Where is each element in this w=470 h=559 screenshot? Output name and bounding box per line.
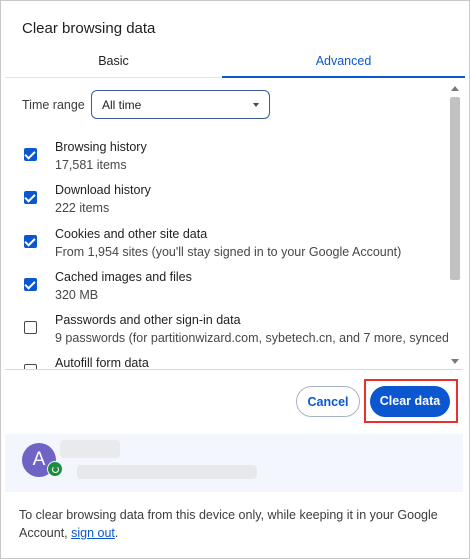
- option-label: Browsing history: [55, 140, 147, 154]
- checkbox-browsing-history[interactable]: [24, 147, 37, 161]
- checkbox-cookies[interactable]: [24, 234, 37, 248]
- footer-divider: [5, 369, 463, 370]
- active-tab-indicator: [222, 76, 465, 78]
- option-description: 222 items: [55, 201, 110, 215]
- time-range-select[interactable]: All time: [91, 90, 270, 119]
- vertical-scrollbar[interactable]: [448, 79, 462, 369]
- option-label: Cached images and files: [55, 270, 192, 284]
- dialog-title: Clear browsing data: [22, 20, 156, 37]
- option-browsing-history[interactable]: Browsing history 17,581 items: [5, 140, 445, 180]
- option-autofill[interactable]: Autofill form data: [5, 356, 445, 369]
- option-cached-images[interactable]: Cached images and files 320 MB: [5, 270, 445, 310]
- sign-out-note-end: .: [114, 526, 119, 540]
- option-label: Cookies and other site data: [55, 227, 208, 241]
- checkbox-passwords[interactable]: [24, 321, 37, 334]
- options-list: Time range All time Browsing history 17,…: [5, 79, 448, 369]
- checkmark-icon: [24, 277, 36, 290]
- tab-advanced[interactable]: Advanced: [222, 45, 465, 76]
- option-passwords[interactable]: Passwords and other sign-in data 9 passw…: [5, 313, 448, 353]
- option-download-history[interactable]: Download history 222 items: [5, 183, 445, 223]
- redacted-account-name: [60, 440, 120, 458]
- checkmark-icon: [24, 190, 36, 203]
- option-description: 17,581 items: [55, 158, 127, 172]
- scrollbar-thumb[interactable]: [450, 97, 460, 280]
- scroll-down-arrow-icon[interactable]: [451, 359, 459, 364]
- account-panel: A: [5, 434, 463, 492]
- cancel-button[interactable]: Cancel: [296, 386, 360, 417]
- time-range-label: Time range: [22, 98, 85, 112]
- option-description: From 1,954 sites (you'll stay signed in …: [55, 245, 402, 259]
- redacted-account-email: [77, 465, 257, 479]
- option-label: Autofill form data: [55, 356, 149, 369]
- checkmark-icon: [24, 147, 36, 160]
- highlight-box: [364, 379, 458, 423]
- checkbox-download-history[interactable]: [24, 190, 37, 204]
- sign-out-link[interactable]: sign out: [71, 526, 115, 540]
- checkbox-cached-images[interactable]: [24, 277, 37, 291]
- checkmark-icon: [24, 234, 36, 247]
- option-description: 320 MB: [55, 288, 99, 302]
- option-label: Download history: [55, 183, 151, 197]
- time-range-value: All time: [102, 98, 142, 112]
- tab-bar: Basic Advanced: [5, 45, 465, 78]
- sync-icon: [47, 461, 63, 477]
- dropdown-arrow-icon: [253, 103, 259, 107]
- option-cookies[interactable]: Cookies and other site data From 1,954 s…: [5, 227, 445, 267]
- scroll-up-arrow-icon[interactable]: [451, 86, 459, 91]
- option-description: 9 passwords (for partitionwizard.com, sy…: [55, 331, 448, 345]
- option-label: Passwords and other sign-in data: [55, 313, 241, 327]
- tab-basic[interactable]: Basic: [5, 45, 222, 76]
- sign-out-note: To clear browsing data from this device …: [19, 506, 439, 542]
- clear-browsing-data-dialog: Clear browsing data Basic Advanced Time …: [0, 0, 470, 559]
